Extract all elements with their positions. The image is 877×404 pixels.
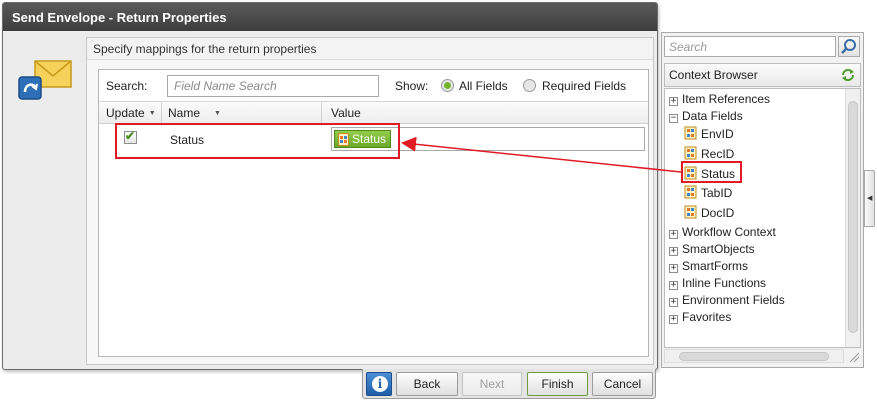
tree-node-label: DocID (701, 206, 735, 220)
envelope-send-icon (18, 60, 72, 100)
expand-icon[interactable]: + (669, 230, 678, 239)
sort-arrow-icon: ▼ (214, 110, 221, 117)
panel-collapse-tab[interactable]: ◀ (864, 170, 875, 227)
field-document-icon (684, 146, 697, 160)
expand-icon[interactable]: + (669, 247, 678, 256)
cancel-button[interactable]: Cancel (592, 372, 653, 396)
all-fields-radio[interactable] (441, 79, 454, 92)
tree-node-inline-functions[interactable]: + Inline Functions (669, 276, 766, 290)
mappings-grid: Search: Field Name Search Show: All Fiel… (98, 69, 649, 357)
tree-node-favorites[interactable]: + Favorites (669, 310, 731, 324)
scrollbar-thumb[interactable] (679, 352, 829, 361)
tree-node-label: SmartForms (682, 259, 748, 273)
mapping-highlight-box (115, 123, 400, 159)
send-envelope-dialog: Send Envelope - Return Properties Specif… (2, 2, 658, 370)
info-button[interactable]: i (366, 372, 392, 396)
back-button[interactable]: Back (396, 372, 458, 396)
tree-node-item-references[interactable]: + Item References (669, 92, 770, 106)
column-value[interactable]: Value (331, 106, 361, 120)
arrow-left-icon: ◀ (867, 195, 873, 202)
search-label: Search: (106, 79, 148, 93)
search-button[interactable] (838, 36, 860, 57)
tree-node-label: EnvID (701, 127, 734, 141)
expand-icon[interactable]: + (669, 281, 678, 290)
resize-grip-icon[interactable] (846, 351, 860, 363)
tree-field-recid[interactable]: RecID (684, 146, 734, 161)
required-fields-label[interactable]: Required Fields (542, 79, 626, 93)
context-tree: + Item References − Data Fields EnvID RecI… (664, 88, 861, 348)
context-browser-title: Context Browser (669, 68, 758, 82)
expand-icon[interactable]: + (669, 264, 678, 273)
required-fields-radio[interactable] (523, 79, 536, 92)
tree-node-label: RecID (701, 147, 735, 161)
tree-node-label: TabID (701, 186, 733, 200)
field-document-icon (684, 185, 697, 199)
column-update[interactable]: Update ▼ (106, 106, 156, 120)
filter-bar: Search: Field Name Search Show: All Fiel… (99, 70, 648, 102)
collapse-icon[interactable]: − (669, 114, 678, 123)
tree-field-tabid[interactable]: TabID (684, 185, 732, 200)
tree-node-label: Environment Fields (682, 293, 785, 307)
field-document-icon (684, 126, 697, 140)
show-label: Show: (395, 79, 429, 93)
tree-node-smartforms[interactable]: + SmartForms (669, 259, 748, 273)
context-search-input[interactable]: Search (664, 36, 836, 57)
context-browser-title-bar: Context Browser (664, 63, 861, 87)
tree-node-label: Workflow Context (682, 225, 776, 239)
tree-node-label: Inline Functions (682, 276, 767, 290)
dialog-title: Send Envelope - Return Properties (3, 3, 657, 31)
expand-icon[interactable]: + (669, 315, 678, 324)
context-browser-panel: Search Context Browser + Item References … (661, 32, 864, 368)
column-name-label: Name (168, 106, 201, 120)
tree-node-label: Favorites (682, 310, 732, 324)
tree-field-envid[interactable]: EnvID (684, 126, 734, 141)
all-fields-label[interactable]: All Fields (459, 79, 508, 93)
tree-node-environment-fields[interactable]: + Environment Fields (669, 293, 785, 307)
next-button[interactable]: Next (462, 372, 522, 396)
field-document-icon (684, 205, 697, 219)
expand-icon[interactable]: + (669, 298, 678, 307)
scrollbar-thumb[interactable] (848, 101, 858, 333)
mappings-panel: Specify mappings for the return properti… (86, 37, 654, 365)
search-icon (841, 39, 856, 54)
tree-node-workflow-context[interactable]: + Workflow Context (669, 225, 776, 239)
column-name[interactable]: Name ▼ (168, 106, 221, 120)
tree-node-label: Item References (682, 92, 771, 106)
sort-arrow-icon: ▼ (148, 110, 156, 117)
tree-horizontal-scrollbar[interactable] (664, 349, 844, 363)
tree-node-smartobjects[interactable]: + SmartObjects (669, 242, 755, 256)
tree-node-data-fields[interactable]: − Data Fields (669, 109, 743, 123)
tree-node-label: Data Fields (682, 109, 743, 123)
tree-node-label: SmartObjects (682, 242, 755, 256)
panel-header: Specify mappings for the return properti… (87, 38, 653, 60)
field-name-search-input[interactable]: Field Name Search (167, 75, 379, 97)
wizard-button-bar: i Back Next Finish Cancel (362, 369, 656, 399)
finish-button[interactable]: Finish (527, 372, 588, 396)
expand-icon[interactable]: + (669, 97, 678, 106)
tree-vertical-scrollbar[interactable] (845, 89, 860, 347)
refresh-icon[interactable] (840, 67, 856, 83)
column-update-label: Update (106, 106, 145, 120)
tree-field-docid[interactable]: DocID (684, 205, 734, 220)
status-field-highlight-box (681, 161, 742, 183)
column-header-row: Update ▼ Name ▼ Value (99, 102, 648, 124)
column-divider (321, 102, 322, 123)
column-divider (161, 102, 162, 123)
info-icon: i (372, 376, 388, 392)
